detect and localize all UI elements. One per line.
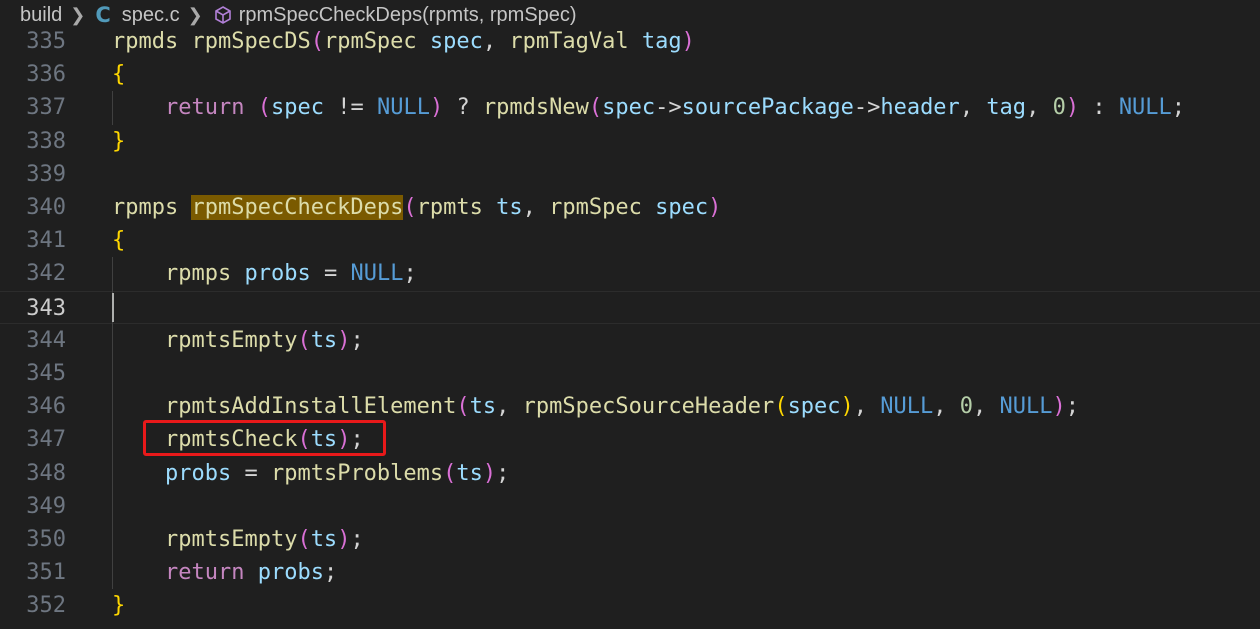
line-code: return (spec != NULL) ? rpmdsNew(spec->s… [164, 95, 1186, 121]
code-line[interactable]: 336 { [0, 58, 1260, 91]
line-number: 340 [26, 195, 66, 220]
code-line[interactable]: 342 rpmps probs = NULL; [0, 257, 1260, 290]
code-line[interactable]: 341 { [0, 224, 1260, 257]
code-line[interactable]: 348 probs = rpmtsProblems(ts); [0, 457, 1260, 490]
code-line[interactable]: 351 return probs; [0, 556, 1260, 589]
line-code: rpmps probs = NULL; [164, 261, 417, 287]
line-number: 338 [26, 128, 66, 154]
symbol-method-icon [213, 5, 233, 25]
code-line[interactable]: 350 rpmtsEmpty(ts); [0, 523, 1260, 556]
chevron-right-icon: ❯ [187, 4, 203, 25]
code-editor[interactable]: 335 rpmds rpmSpecDS(rpmSpec spec, rpmTagV… [0, 25, 1260, 629]
line-number: 335 [26, 29, 66, 54]
line-number: 346 [26, 394, 66, 420]
line-number: 348 [26, 460, 66, 486]
breadcrumb-symbol[interactable]: rpmSpecCheckDeps(rpmts, rpmSpec) [239, 4, 577, 27]
line-number: 349 [26, 493, 66, 519]
line-number: 343 [26, 295, 66, 321]
line-code: return probs; [164, 560, 338, 586]
line-code: { [112, 228, 126, 254]
line-number: 344 [26, 327, 66, 353]
c-file-icon: C [95, 3, 111, 27]
annotation-highlight-box [143, 420, 386, 456]
line-code: rpmps rpmSpecCheckDeps(rpmts ts, rpmSpec… [112, 195, 722, 220]
line-number: 345 [26, 361, 66, 386]
code-line[interactable]: 343 [0, 290, 1260, 324]
line-number: 341 [26, 228, 66, 254]
chevron-right-icon: ❯ [70, 4, 86, 25]
code-line[interactable]: 352} [0, 589, 1260, 622]
line-code: rpmtsEmpty(ts); [164, 527, 364, 552]
code-line[interactable]: 344 rpmtsEmpty(ts); [0, 324, 1260, 357]
line-number: 350 [26, 527, 66, 552]
code-line[interactable]: 337 return (spec != NULL) ? rpmdsNew(spe… [0, 91, 1260, 124]
code-line[interactable]: 346 rpmtsAddInstallElement(ts, rpmSpecSo… [0, 390, 1260, 423]
line-number: 339 [26, 161, 66, 187]
breadcrumb-file[interactable]: spec.c [122, 4, 180, 27]
code-line[interactable]: 340 rpmps rpmSpecCheckDeps(rpmts ts, rpmS… [0, 191, 1260, 224]
line-number: 342 [26, 261, 66, 287]
line-code: rpmtsEmpty(ts); [164, 327, 364, 353]
line-code: } [112, 593, 126, 619]
line-code: probs = rpmtsProblems(ts); [164, 460, 510, 486]
line-number: 337 [26, 95, 66, 121]
line-number: 336 [26, 62, 66, 88]
code-line[interactable]: 338} [0, 125, 1260, 158]
line-number: 352 [26, 593, 66, 619]
text-cursor [112, 292, 114, 322]
indent-guide [112, 91, 113, 125]
line-code: rpmtsAddInstallElement(ts, rpmSpecSource… [164, 394, 1080, 420]
line-number: 347 [26, 427, 66, 453]
code-line[interactable]: 349 [0, 490, 1260, 523]
line-code: { [112, 62, 126, 88]
code-line[interactable]: 335 rpmds rpmSpecDS(rpmSpec spec, rpmTagV… [0, 25, 1260, 58]
code-line[interactable]: 339 [0, 158, 1260, 191]
line-code: } [112, 128, 126, 154]
code-line[interactable]: 345 [0, 357, 1260, 390]
line-code: rpmds rpmSpecDS(rpmSpec spec, rpmTagVal … [112, 29, 695, 54]
line-number: 351 [26, 560, 66, 586]
breadcrumb-folder[interactable]: build [20, 4, 62, 27]
